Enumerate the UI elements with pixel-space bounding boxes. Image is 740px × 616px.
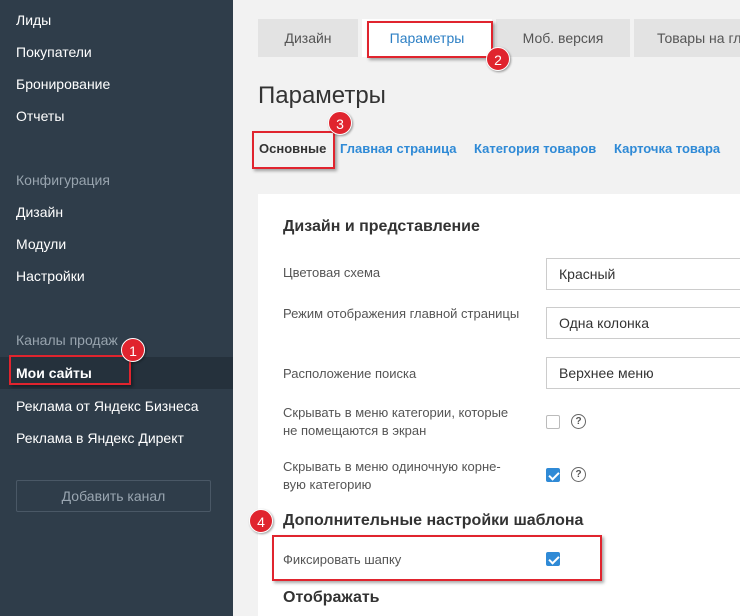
tab-design[interactable]: Дизайн xyxy=(258,19,358,57)
sidebar-item-design[interactable]: Дизайн xyxy=(0,196,233,228)
sidebar-item-leads[interactable]: Лиды xyxy=(0,4,233,36)
page-title: Параметры xyxy=(258,82,386,109)
sidebar-item-reports[interactable]: Отчеты xyxy=(0,100,233,132)
color-scheme-select[interactable]: Красный xyxy=(546,258,740,290)
annotation-badge-2: 2 xyxy=(486,47,510,71)
hide-single-root-help-icon[interactable]: ? xyxy=(571,467,586,482)
fix-header-checkbox[interactable] xyxy=(546,552,560,566)
hide-single-root-label: Скрывать в меню одиночную корне-вую кате… xyxy=(283,459,501,492)
sidebar-item-modules[interactable]: Модули xyxy=(0,228,233,260)
tab-mobile-version[interactable]: Моб. версия xyxy=(496,19,630,57)
main-content: Дизайн Параметры Моб. версия Товары на г… xyxy=(233,0,740,616)
subtab-main[interactable]: Основные xyxy=(259,140,326,158)
home-mode-label: Режим отображения главной страницы xyxy=(283,306,520,321)
annotation-badge-3: 3 xyxy=(328,111,352,135)
home-mode-select[interactable]: Одна колонка xyxy=(546,307,740,339)
sidebar-item-yandex-direct-ads[interactable]: Реклама в Яндекс Директ xyxy=(0,422,233,454)
sidebar-item-my-sites[interactable]: Мои сайты xyxy=(0,357,233,389)
design-section-heading: Дизайн и представление xyxy=(283,218,480,235)
search-position-select[interactable]: Верхнее меню xyxy=(546,357,740,389)
color-scheme-label: Цветовая схема xyxy=(283,265,381,280)
sidebar-section-config: Конфигурация xyxy=(16,172,110,188)
settings-card: Дизайн и представление Цветовая схема Кр… xyxy=(258,194,740,616)
fix-header-label: Фиксировать шапку xyxy=(283,552,402,567)
hide-categories-label: Скрывать в меню категории, которые не по… xyxy=(283,405,509,438)
subtab-home-page[interactable]: Главная страница xyxy=(340,140,456,158)
hide-single-root-checkbox[interactable] xyxy=(546,468,560,482)
sidebar: Лиды Покупатели Бронирование Отчеты Конф… xyxy=(0,0,233,616)
add-channel-button[interactable]: Добавить канал xyxy=(16,480,211,512)
hide-categories-help-icon[interactable]: ? xyxy=(571,414,586,429)
sidebar-item-settings[interactable]: Настройки xyxy=(0,260,233,292)
hide-categories-checkbox[interactable] xyxy=(546,415,560,429)
sidebar-section-channels: Каналы продаж xyxy=(16,332,118,348)
annotation-badge-1: 1 xyxy=(121,338,145,362)
search-position-label: Расположение поиска xyxy=(283,366,417,381)
template-section-heading: Дополнительные настройки шаблона xyxy=(283,512,584,529)
annotation-badge-4: 4 xyxy=(249,509,273,533)
display-section-heading: Отображать xyxy=(283,589,380,606)
sidebar-item-customers[interactable]: Покупатели xyxy=(0,36,233,68)
subtab-product-card[interactable]: Карточка товара xyxy=(614,140,720,158)
tab-home-products[interactable]: Товары на гл xyxy=(634,19,740,57)
sidebar-item-booking[interactable]: Бронирование xyxy=(0,68,233,100)
tab-parameters[interactable]: Параметры xyxy=(362,19,492,57)
sidebar-item-yandex-business-ads[interactable]: Реклама от Яндекс Бизнеса xyxy=(0,390,233,422)
subtab-product-category[interactable]: Категория товаров xyxy=(474,140,596,158)
